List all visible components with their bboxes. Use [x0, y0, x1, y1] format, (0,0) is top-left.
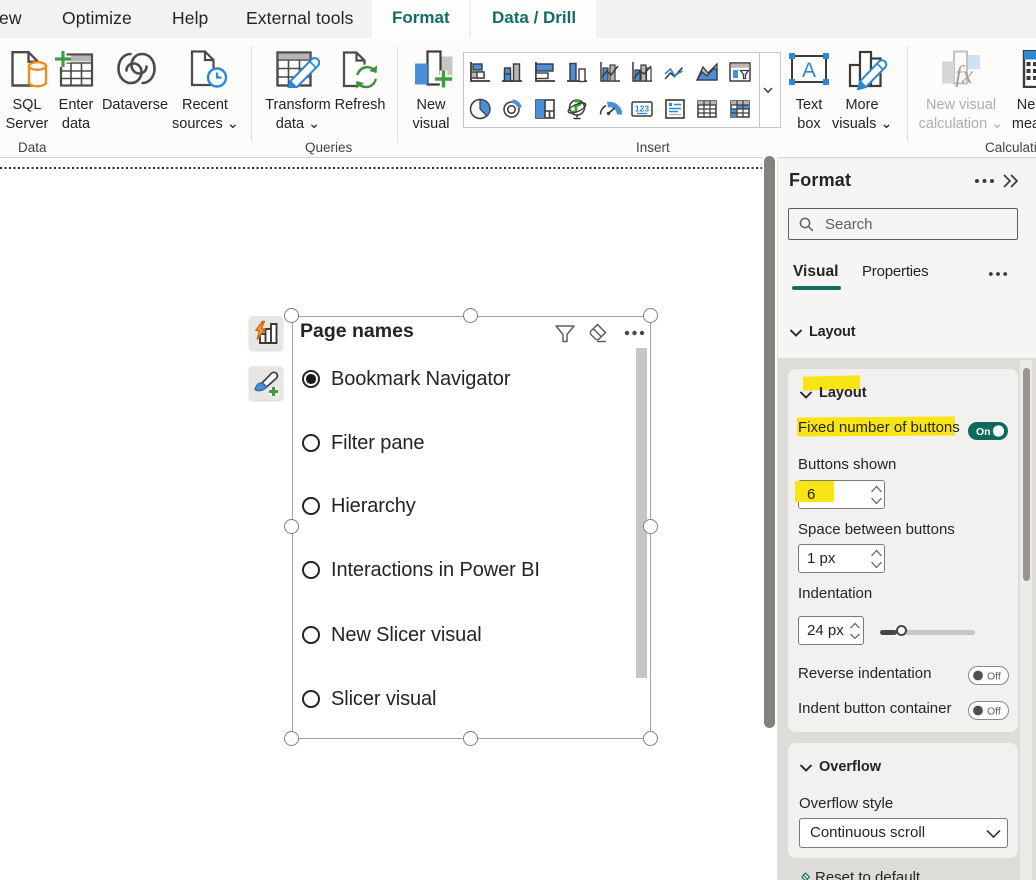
svg-text:fx: fx: [955, 62, 973, 87]
svg-text:On: On: [976, 426, 991, 438]
svg-text:A: A: [802, 59, 816, 82]
svg-text:123: 123: [635, 104, 649, 114]
svg-text:Off: Off: [987, 706, 1001, 718]
svg-text:Off: Off: [987, 671, 1001, 683]
